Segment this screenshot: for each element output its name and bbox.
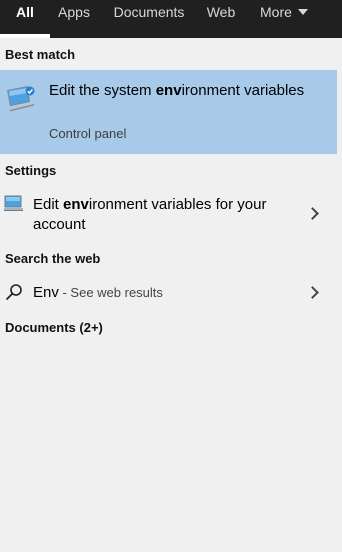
tab-all-label: All: [16, 4, 34, 20]
web-search-text: Env - See web results: [33, 283, 163, 303]
web-search-result[interactable]: Env - See web results: [0, 277, 337, 309]
web-results-hint: - See web results: [58, 285, 163, 300]
best-match-title: Edit the system environment variables: [49, 81, 309, 101]
settings-header: Settings: [5, 163, 57, 178]
tab-web-label: Web: [206, 4, 236, 20]
tab-web[interactable]: Web: [199, 0, 243, 38]
best-match-result[interactable]: Edit the system environment variables Co…: [0, 70, 337, 154]
search-web-header: Search the web: [5, 251, 101, 266]
system-properties-icon: [4, 82, 40, 114]
tab-documents-label: Documents: [113, 4, 185, 20]
best-match-header: Best match: [5, 47, 76, 62]
monitor-settings-icon: [4, 195, 24, 218]
tab-apps[interactable]: Apps: [50, 0, 98, 38]
settings-result[interactable]: Edit environment variables for your acco…: [0, 189, 337, 239]
tab-more-label: More: [260, 4, 292, 20]
settings-result-title: Edit environment variables for your acco…: [33, 195, 283, 235]
tab-more[interactable]: More: [252, 0, 322, 38]
chevron-right-icon[interactable]: [306, 286, 319, 299]
active-tab-indicator: [0, 34, 50, 38]
tab-apps-label: Apps: [58, 4, 90, 20]
chevron-right-icon[interactable]: [306, 207, 319, 220]
best-match-title-suffix: ironment variables: [181, 82, 305, 99]
search-scope-bar: All Apps Documents Web More: [0, 0, 342, 38]
settings-title-bold: env: [63, 196, 89, 213]
tab-documents[interactable]: Documents: [104, 0, 194, 38]
settings-title-prefix: Edit: [33, 196, 64, 213]
tab-all[interactable]: All: [0, 0, 50, 38]
search-icon: [5, 283, 23, 306]
chevron-down-icon: [297, 9, 308, 16]
documents-header[interactable]: Documents (2+): [5, 320, 103, 335]
best-match-title-prefix: Edit the system: [49, 82, 156, 99]
best-match-subtitle: Control panel: [49, 126, 127, 141]
web-query: Env: [33, 284, 59, 301]
best-match-title-bold: env: [155, 82, 182, 99]
